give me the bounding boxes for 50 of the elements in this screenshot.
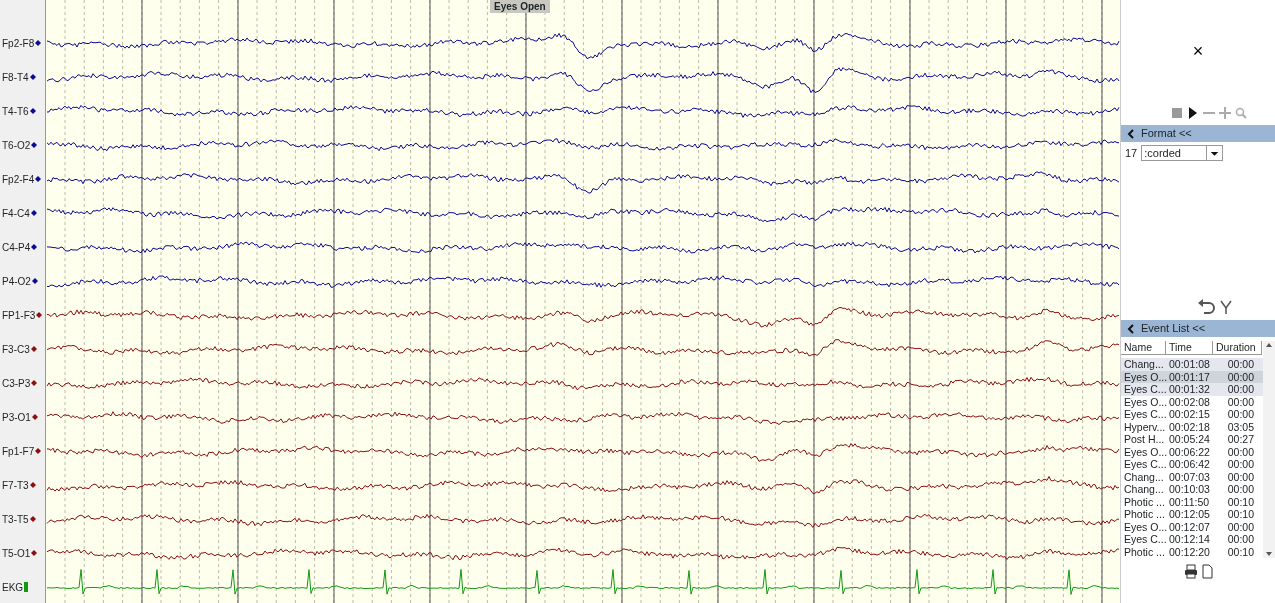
- channel-label: F7-T3: [2, 478, 29, 493]
- event-row[interactable]: Chang... 00:01:08 00:00: [1121, 358, 1263, 371]
- column-header[interactable]: Name: [1121, 341, 1166, 355]
- document-icon[interactable]: [1201, 564, 1213, 579]
- printer-icon[interactable]: [1183, 564, 1198, 579]
- event-marker[interactable]: Eyes Open: [490, 0, 550, 13]
- mode-select[interactable]: :corded: [1141, 145, 1224, 161]
- channel-label: EKG: [2, 580, 24, 595]
- channel-label: Fp1-F7: [2, 444, 35, 459]
- scroll-down-icon[interactable]: [1265, 550, 1273, 558]
- channel-label: C3-P3: [2, 376, 31, 391]
- filter-icon[interactable]: [1217, 298, 1235, 316]
- column-header[interactable]: Time: [1166, 341, 1213, 355]
- close-button[interactable]: ×: [1189, 42, 1207, 60]
- event-row[interactable]: Photic ... 00:12:20 00:10: [1121, 545, 1263, 558]
- channel-label: T6-O2: [2, 138, 31, 153]
- channel-label: F3-C3: [2, 342, 30, 357]
- stop-icon[interactable]: [1171, 107, 1183, 119]
- chevron-left-icon[interactable]: [1127, 323, 1135, 334]
- event-row[interactable]: Post H... 00:05:24 00:27: [1121, 433, 1263, 446]
- event-row[interactable]: Eyes O... 00:06:22 00:00: [1121, 445, 1263, 458]
- channel-label: F4-C4: [2, 206, 30, 221]
- event-row[interactable]: Eyes C... 00:06:42 00:00: [1121, 458, 1263, 471]
- event-row[interactable]: Chang... 00:07:03 00:00: [1121, 470, 1263, 483]
- undo-icon[interactable]: [1197, 298, 1215, 316]
- event-row[interactable]: Eyes O... 00:02:08 00:00: [1121, 395, 1263, 408]
- channel-label: T4-T6: [2, 104, 29, 119]
- channel-label: T5-O1: [2, 546, 31, 561]
- montage-number: 17: [1125, 145, 1138, 161]
- event-row[interactable]: Photic ... 00:11:50 00:10: [1121, 495, 1263, 508]
- event-row[interactable]: Chang... 00:10:03 00:00: [1121, 483, 1263, 496]
- event-row[interactable]: Eyes C... 00:01:32 00:00: [1121, 383, 1263, 396]
- channel-label: FP1-F3: [2, 308, 36, 323]
- event-row[interactable]: Eyes C... 00:02:15 00:00: [1121, 408, 1263, 421]
- channel-label: P3-O1: [2, 410, 31, 425]
- scroll-up-icon[interactable]: [1265, 341, 1273, 349]
- event-row[interactable]: Eyes C... 00:12:14 00:00: [1121, 533, 1263, 546]
- event-row[interactable]: Hyperv... 00:02:18 03:05: [1121, 420, 1263, 433]
- column-header[interactable]: Duration: [1213, 341, 1262, 355]
- channel-label: Fp2-F8: [2, 36, 35, 51]
- scrollbar[interactable]: [1263, 341, 1275, 558]
- channel-label: T3-T5: [2, 512, 29, 527]
- channel-label: P4-O2: [2, 274, 31, 289]
- event-row[interactable]: Photic ... 00:12:05 00:10: [1121, 508, 1263, 521]
- channel-label: Fp2-F4: [2, 172, 35, 187]
- event-row[interactable]: Eyes O... 00:12:07 00:00: [1121, 520, 1263, 533]
- chevron-left-icon[interactable]: [1127, 128, 1135, 139]
- play-icon[interactable]: [1187, 107, 1199, 119]
- channel-label: F8-T4: [2, 70, 29, 85]
- channel-label: C4-P4: [2, 240, 31, 255]
